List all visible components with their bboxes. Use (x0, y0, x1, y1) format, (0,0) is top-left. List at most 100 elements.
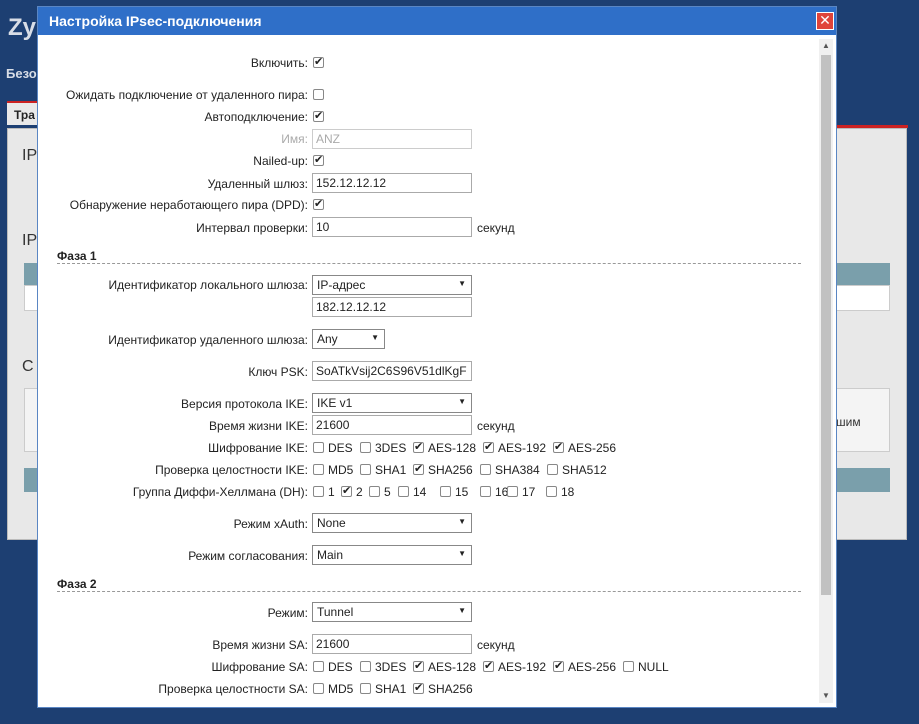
local-id-type-value: IP-адрес (317, 278, 366, 292)
autoconnect-label: Автоподключение: (204, 110, 308, 124)
ipsec-dialog: Настройка IPsec-подключения ✕ Включить: … (37, 6, 837, 708)
sa-integrity-option-label: SHA256 (428, 682, 473, 696)
ike-encryption-checkbox[interactable] (413, 440, 424, 453)
chevron-down-icon: ▼ (458, 279, 466, 288)
brand-logo: Zy (8, 14, 37, 41)
dh-group-checkbox[interactable] (480, 486, 491, 497)
ike-encryption-option-label: AES-256 (568, 441, 617, 455)
sa-encryption-checkbox[interactable] (553, 659, 564, 672)
ike-integrity-label: Проверка целостности IKE: (155, 463, 308, 477)
ike-lifetime-unit: секунд (477, 419, 515, 433)
dh-group-checkbox[interactable] (398, 486, 409, 497)
ike-integrity-option-label: MD5 (328, 463, 354, 477)
close-icon[interactable]: ✕ (816, 12, 834, 30)
scrollbar-thumb[interactable] (821, 55, 831, 595)
dialog-scrollbar[interactable]: ▲ ▼ (819, 39, 833, 703)
autoconnect-checkbox[interactable] (313, 109, 324, 122)
mode-select[interactable]: Tunnel ▼ (312, 602, 472, 622)
sa-encryption-label: Шифрование SA: (211, 660, 308, 674)
dh-group-option-label: 17 (522, 485, 536, 499)
ike-integrity-checkbox[interactable] (480, 464, 491, 475)
sa-encryption-checkbox[interactable] (623, 661, 634, 672)
dh-group-checkbox[interactable] (313, 486, 324, 497)
sa-encryption-checkbox[interactable] (313, 661, 324, 672)
xauth-label: Режим xAuth: (233, 517, 308, 531)
dh-group-option-label: 14 (413, 485, 427, 499)
ike-integrity-option-label: SHA384 (495, 463, 540, 477)
tab-traffic[interactable]: Тра (7, 101, 41, 125)
chevron-down-icon: ▼ (371, 333, 379, 342)
mode-value: Tunnel (317, 605, 354, 619)
dpd-label: Обнаружение неработающего пира (DPD): (69, 198, 308, 212)
ike-encryption-checkbox[interactable] (483, 440, 494, 453)
dh-group-checkbox[interactable] (341, 484, 352, 497)
sa-lifetime-unit: секунд (477, 638, 515, 652)
psk-field[interactable]: SoATkVsij2C6S96V51dlKgF (312, 361, 472, 381)
wait-peer-checkbox[interactable] (313, 89, 324, 100)
phase1-title: Фаза 1 (57, 249, 97, 263)
background-heading-3: С (22, 358, 34, 375)
wait-peer-label: Ожидать подключение от удаленного пира: (66, 88, 308, 102)
ike-version-select[interactable]: IKE v1 ▼ (312, 393, 472, 413)
sa-encryption-checkbox[interactable] (413, 659, 424, 672)
name-field[interactable]: ANZ (312, 129, 472, 149)
chevron-down-icon: ▼ (458, 549, 466, 558)
sa-encryption-option-label: AES-128 (428, 660, 477, 674)
sa-encryption-checkbox[interactable] (360, 661, 371, 672)
sa-integrity-checkbox[interactable] (360, 683, 371, 694)
ike-lifetime-field[interactable]: 21600 (312, 415, 472, 435)
enable-checkbox[interactable] (313, 55, 324, 68)
scroll-up-icon[interactable]: ▲ (819, 39, 833, 53)
ike-integrity-checkbox[interactable] (360, 464, 371, 475)
interval-field[interactable]: 10 (312, 217, 472, 237)
phase2-divider (57, 591, 801, 592)
ike-integrity-checkbox[interactable] (313, 464, 324, 475)
background-heading-2: IP (22, 232, 38, 249)
negotiation-label: Режим согласования: (188, 549, 308, 563)
ike-encryption-checkbox[interactable] (313, 442, 324, 453)
local-id-type-select[interactable]: IP-адрес ▼ (312, 275, 472, 295)
dh-group-checkbox[interactable] (507, 486, 518, 497)
dh-group-label: Группа Диффи-Хеллмана (DH): (132, 485, 308, 499)
ike-integrity-checkbox[interactable] (413, 462, 424, 475)
sa-encryption-checkbox[interactable] (483, 659, 494, 672)
sa-encryption-option-label: DES (328, 660, 353, 674)
remote-id-label: Идентификатор удаленного шлюза: (108, 333, 308, 347)
xauth-select[interactable]: None ▼ (312, 513, 472, 533)
sa-integrity-checkbox[interactable] (413, 681, 424, 694)
ike-encryption-checkbox[interactable] (553, 440, 564, 453)
enable-label: Включить: (250, 56, 308, 70)
ike-encryption-checkbox[interactable] (360, 442, 371, 453)
remote-gateway-field[interactable]: 152.12.12.12 (312, 173, 472, 193)
negotiation-select[interactable]: Main ▼ (312, 545, 472, 565)
dh-group-option-label: 18 (561, 485, 575, 499)
dh-group-checkbox[interactable] (546, 486, 557, 497)
dh-group-checkbox[interactable] (440, 486, 451, 497)
scroll-down-icon[interactable]: ▼ (819, 689, 833, 703)
ike-integrity-option-label: SHA256 (428, 463, 473, 477)
local-id-field[interactable]: 182.12.12.12 (312, 297, 472, 317)
dh-group-option-label: 15 (455, 485, 469, 499)
nailed-up-label: Nailed-up: (253, 154, 308, 168)
remote-id-type-select[interactable]: Any ▼ (312, 329, 385, 349)
ike-integrity-checkbox[interactable] (547, 464, 558, 475)
xauth-value: None (317, 516, 346, 530)
ike-encryption-option-label: AES-128 (428, 441, 477, 455)
dh-group-option-label: 2 (356, 485, 363, 499)
sa-encryption-option-label: NULL (638, 660, 669, 674)
background-heading-1: IP (22, 147, 38, 164)
psk-label: Ключ PSK: (248, 365, 308, 379)
nailed-up-checkbox[interactable] (313, 153, 324, 166)
chevron-down-icon: ▼ (458, 606, 466, 615)
sa-integrity-checkbox[interactable] (313, 683, 324, 694)
sa-encryption-option-label: 3DES (375, 660, 407, 674)
dh-group-checkbox[interactable] (369, 486, 380, 497)
ike-encryption-option-label: DES (328, 441, 353, 455)
interval-unit: секунд (477, 221, 515, 235)
sa-lifetime-field[interactable]: 21600 (312, 634, 472, 654)
dialog-content: Включить: Ожидать подключение от удаленн… (38, 7, 818, 707)
sa-integrity-label: Проверка целостности SA: (158, 682, 308, 696)
sa-integrity-option-label: SHA1 (375, 682, 407, 696)
dh-group-option-label: 1 (328, 485, 335, 499)
dpd-checkbox[interactable] (313, 197, 324, 210)
